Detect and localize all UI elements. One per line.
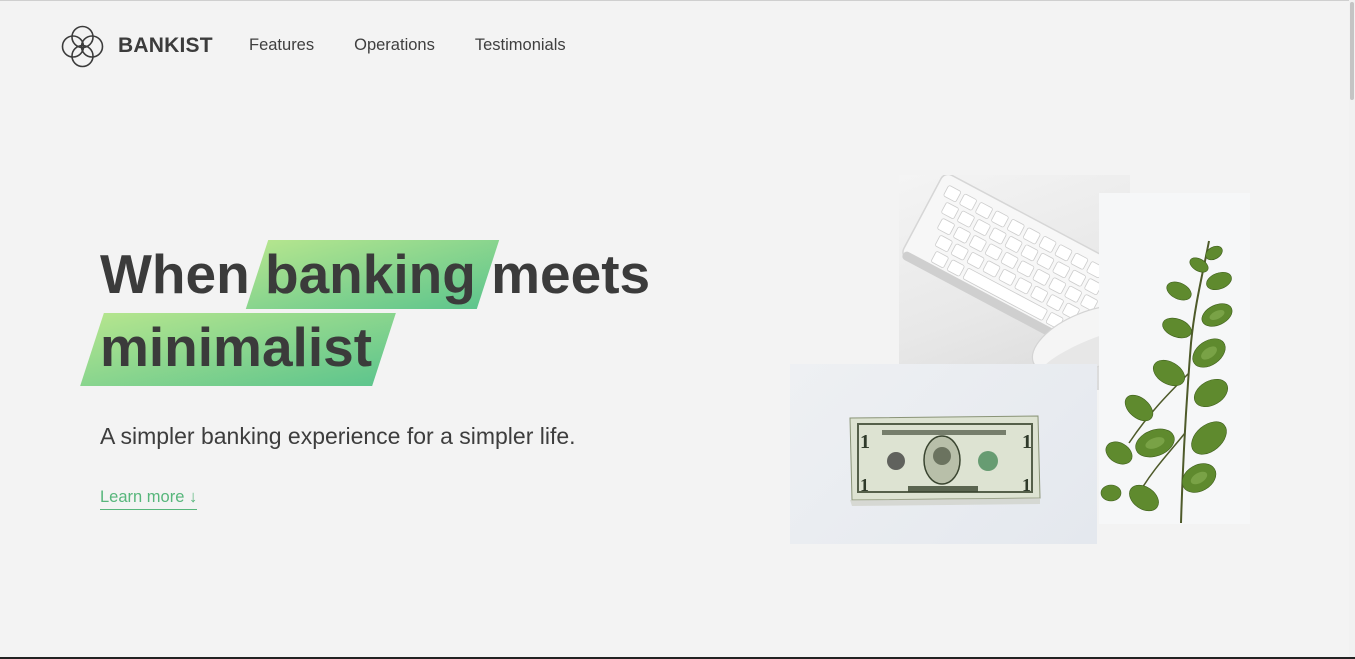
scrollbar-thumb[interactable] [1350,2,1354,100]
svg-text:1: 1 [1022,431,1032,453]
one-dollar-bill-photo: 1 1 1 1 [790,364,1097,544]
eucalyptus-plant-photo [1099,193,1250,524]
hero-title-part1: When [100,243,250,305]
hero-title-part2: meets [491,243,651,305]
hero-highlight-banking: banking [245,238,500,311]
svg-text:1: 1 [860,431,870,453]
learn-more-button[interactable]: Learn more ↓ [100,488,198,510]
hero-title: When banking meets minimalist [80,238,651,386]
brand-name: BANKIST [118,34,213,57]
hero-highlight-minimalist: minimalist [80,311,396,386]
four-circles-logo-icon [61,25,104,68]
keyboard-and-mouse-photo [899,175,1130,390]
nav-link-features[interactable]: Features [249,36,314,55]
hero-subtitle: A simpler banking experience for a simpl… [100,423,576,449]
nav-links: Features Operations Testimonials [249,36,606,55]
svg-text:1: 1 [860,475,869,495]
svg-text:1: 1 [1022,475,1031,495]
nav-link-testimonials[interactable]: Testimonials [475,36,566,55]
logo[interactable] [59,23,106,70]
top-navigation: BANKIST Features Operations Testimonials [0,0,1355,90]
nav-link-operations[interactable]: Operations [354,36,435,55]
